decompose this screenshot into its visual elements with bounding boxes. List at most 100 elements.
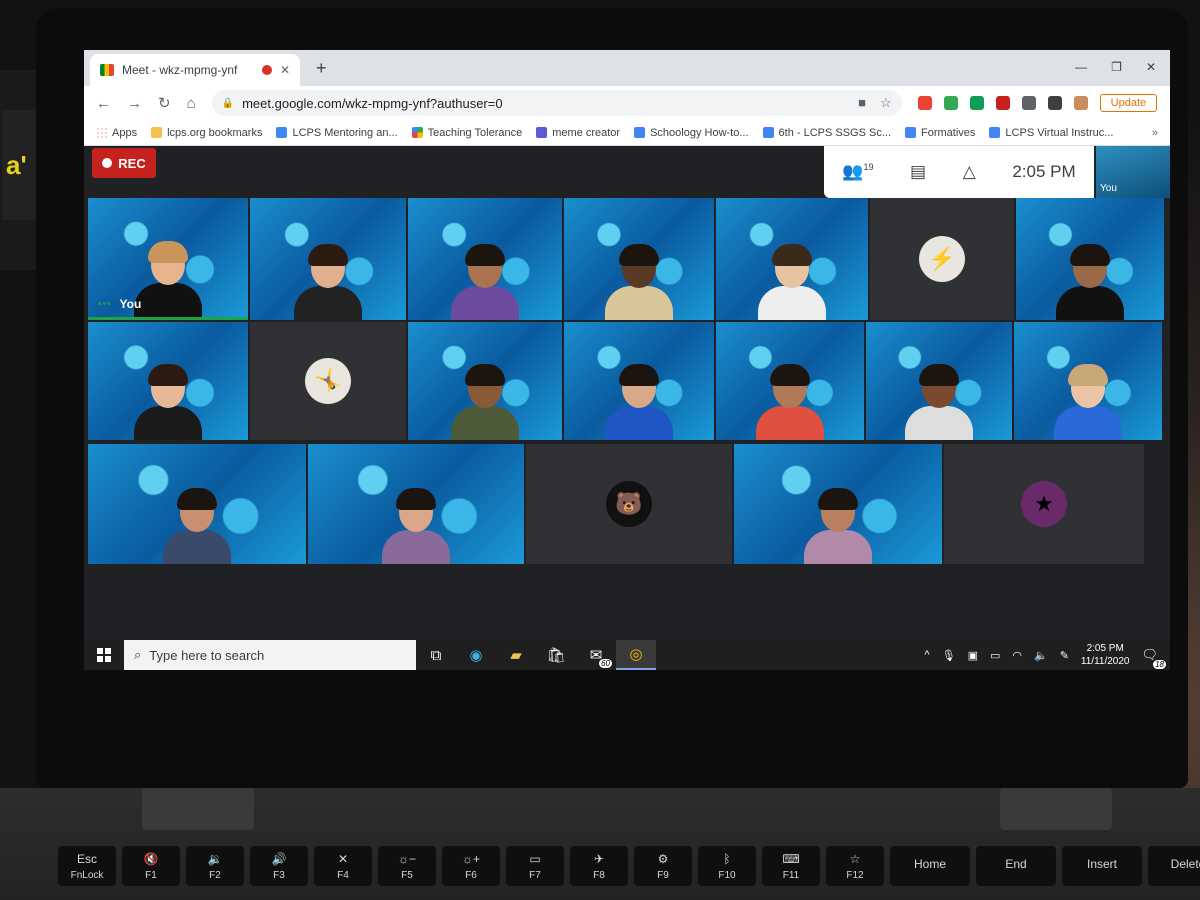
- task-view-icon[interactable]: ⧉: [416, 640, 456, 670]
- key-bottom-label: F4: [337, 869, 349, 881]
- bookmark-6th[interactable]: 6th - LCPS SSGS Sc...: [762, 127, 891, 139]
- star-icon[interactable]: ☆: [880, 95, 892, 111]
- bookmark-meme-creator[interactable]: meme creator: [536, 127, 620, 139]
- participant-video: [605, 364, 673, 440]
- update-button[interactable]: Update: [1099, 94, 1158, 112]
- people-icon[interactable]: 👥19: [842, 162, 873, 182]
- profile-avatar[interactable]: [1073, 96, 1088, 110]
- extension-icon[interactable]: [943, 96, 958, 110]
- participant-tile[interactable]: 🐻: [526, 444, 732, 564]
- volume-icon[interactable]: 🔈: [1034, 649, 1048, 662]
- battery-icon[interactable]: ▭: [990, 649, 1000, 662]
- extension-icon[interactable]: [995, 96, 1010, 110]
- camera-icon[interactable]: ■: [858, 95, 866, 111]
- chrome-icon[interactable]: ◎: [616, 640, 656, 670]
- key-top-label: ᛒ: [723, 851, 731, 866]
- bookmark-mentoring[interactable]: LCPS Mentoring an...: [276, 127, 398, 139]
- keyboard-key[interactable]: ᛒ F10: [698, 846, 756, 886]
- participant-tile[interactable]: [734, 444, 942, 564]
- mail-icon[interactable]: ✉ 60: [576, 640, 616, 670]
- taskbar-search[interactable]: ⌕ Type here to search: [124, 640, 416, 670]
- window-close-icon[interactable]: ✕: [1146, 60, 1156, 74]
- bookmark-schoology[interactable]: Schoology How-to...: [634, 127, 749, 139]
- screen-share-icon[interactable]: ▣: [968, 649, 978, 662]
- bookmark-teaching-tolerance[interactable]: Teaching Tolerance: [411, 127, 522, 139]
- participant-tile[interactable]: [408, 198, 562, 320]
- participant-tile[interactable]: ★: [944, 444, 1144, 564]
- taskbar-clock[interactable]: 2:05 PM 11/11/2020: [1081, 642, 1130, 668]
- keyboard-key[interactable]: ▭ F7: [506, 846, 564, 886]
- keyboard-key[interactable]: ☆ F12: [826, 846, 884, 886]
- extension-icon[interactable]: [917, 96, 932, 110]
- more-bookmarks-icon[interactable]: »: [1152, 127, 1158, 139]
- hinge-right: [1000, 788, 1112, 830]
- polar-bear-avatar-icon: 🐻: [606, 481, 652, 527]
- home-icon[interactable]: ⌂: [187, 95, 196, 112]
- edge-icon[interactable]: ◉: [456, 640, 496, 670]
- participant-tile[interactable]: [1014, 322, 1162, 440]
- participant-tile[interactable]: ••• You: [88, 198, 248, 320]
- minimize-icon[interactable]: —: [1075, 60, 1087, 74]
- chat-icon[interactable]: ▤: [910, 162, 926, 182]
- participant-tile[interactable]: [88, 322, 248, 440]
- participant-tile[interactable]: [716, 198, 868, 320]
- participant-tile[interactable]: ⚡: [870, 198, 1014, 320]
- participant-tile[interactable]: [408, 322, 562, 440]
- keyboard-key[interactable]: ⚙ F9: [634, 846, 692, 886]
- keyboard-key[interactable]: Insert: [1062, 846, 1142, 886]
- participant-tile[interactable]: [564, 198, 714, 320]
- keyboard-key[interactable]: ✈ F8: [570, 846, 628, 886]
- pen-icon[interactable]: ✎: [1060, 649, 1069, 662]
- tab-meet[interactable]: Meet - wkz-mpmg-ynf ✕: [90, 54, 300, 86]
- self-label: You: [1100, 183, 1117, 194]
- store-icon[interactable]: 🛍: [536, 640, 576, 670]
- close-icon[interactable]: ✕: [280, 63, 290, 77]
- back-icon[interactable]: ←: [96, 95, 111, 112]
- wifi-icon[interactable]: ◠: [1012, 649, 1022, 662]
- extension-icon[interactable]: [969, 96, 984, 110]
- start-button[interactable]: [84, 640, 124, 670]
- participant-tile[interactable]: [88, 444, 306, 564]
- forward-icon[interactable]: →: [127, 95, 142, 112]
- reload-icon[interactable]: ↻: [158, 94, 171, 112]
- restore-icon[interactable]: ❐: [1111, 60, 1122, 74]
- puzzle-icon[interactable]: [1047, 96, 1062, 110]
- participant-tile[interactable]: [250, 198, 406, 320]
- recording-indicator[interactable]: REC: [92, 148, 156, 178]
- address-bar[interactable]: 🔒 meet.google.com/wkz-mpmg-ynf?authuser=…: [211, 90, 902, 116]
- bookmark-virtual[interactable]: LCPS Virtual Instruc...: [989, 127, 1113, 139]
- anime-avatar-icon: ★: [1021, 481, 1067, 527]
- microphone-icon[interactable]: 🎙: [942, 649, 956, 662]
- keyboard-key[interactable]: 🔉 F2: [186, 846, 244, 886]
- doc-icon: [989, 127, 1001, 138]
- participant-tile[interactable]: [716, 322, 864, 440]
- notification-icon[interactable]: 🗨 18: [1141, 647, 1166, 669]
- participant-tile[interactable]: [564, 322, 714, 440]
- keyboard-key[interactable]: Delete: [1148, 846, 1200, 886]
- new-tab-button[interactable]: +: [316, 58, 327, 79]
- participant-tile[interactable]: [866, 322, 1012, 440]
- keyboard-key[interactable]: Home: [890, 846, 970, 886]
- keyboard-key[interactable]: 🔇 F1: [122, 846, 180, 886]
- bookmark-apps[interactable]: Apps: [96, 127, 137, 139]
- participant-tile[interactable]: 🤸: [250, 322, 406, 440]
- keyboard-key[interactable]: ☼− F5: [378, 846, 436, 886]
- keyboard-key[interactable]: End: [976, 846, 1056, 886]
- key-top-label: Delete: [1170, 857, 1200, 871]
- participant-tile[interactable]: [1016, 198, 1164, 320]
- keyboard-key[interactable]: 🔊 F3: [250, 846, 308, 886]
- participant-tile[interactable]: [308, 444, 524, 564]
- chevron-up-icon[interactable]: ^: [924, 649, 929, 661]
- keyboard-key[interactable]: Esc FnLock: [58, 846, 116, 886]
- bookmark-formatives[interactable]: Formatives: [905, 127, 975, 139]
- self-preview[interactable]: You: [1096, 146, 1170, 198]
- file-explorer-icon[interactable]: ▰: [496, 640, 536, 670]
- speaker-icon[interactable]: [1021, 96, 1036, 110]
- bookmark-lcps[interactable]: lcps.org bookmarks: [151, 127, 262, 139]
- keyboard-key[interactable]: ⌨ F11: [762, 846, 820, 886]
- tile-row: 🐻 ★: [88, 444, 1144, 564]
- keyboard-key[interactable]: ✕ F4: [314, 846, 372, 886]
- activities-icon[interactable]: △: [963, 162, 976, 182]
- keyboard-key[interactable]: ☼+ F6: [442, 846, 500, 886]
- windows-icon: [97, 648, 111, 662]
